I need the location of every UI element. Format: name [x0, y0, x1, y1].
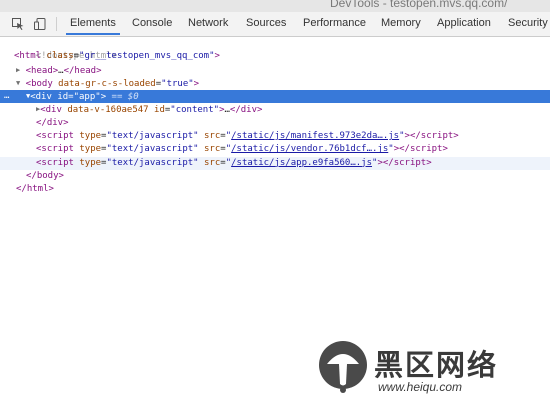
- script-src-link[interactable]: /static/js/manifest.973e2da….js: [231, 131, 399, 141]
- mushroom-logo-icon: [319, 341, 367, 393]
- window-titlebar: DevTools - testopen.mvs.qq.com/: [0, 0, 550, 12]
- dom-tree: <!doctype html> <html class="gr__testope…: [0, 37, 550, 197]
- tab-performance[interactable]: Performance: [303, 17, 366, 29]
- body-attr-name: data-gr-c-s-loaded: [58, 78, 156, 89]
- collapse-triangle-icon[interactable]: ▼: [16, 77, 20, 90]
- div-app-tag: div: [35, 92, 52, 103]
- dom-line-body-close[interactable]: </body>: [0, 170, 550, 183]
- script-type: text/javascript: [111, 144, 194, 155]
- script-type: text/javascript: [111, 157, 194, 168]
- toolbar-separator: [56, 17, 57, 31]
- more-dots-icon[interactable]: …: [4, 90, 9, 103]
- script-type: text/javascript: [111, 131, 194, 142]
- window-title: DevTools - testopen.mvs.qq.com/: [330, 0, 508, 10]
- html-attr-name: class: [46, 51, 74, 62]
- devtools-toolbar: Elements Console Network Sources Perform…: [0, 12, 550, 37]
- dom-line-html[interactable]: <html class="gr__testopen_mvs_qq_com">: [0, 50, 550, 63]
- dom-line-body[interactable]: ▼ <body data-gr-c-s-loaded="true">: [0, 77, 550, 90]
- body-tag: body: [31, 78, 53, 89]
- div-content-attr1: data-v-160ae547: [67, 105, 149, 116]
- tab-console[interactable]: Console: [132, 17, 172, 29]
- div-app-attr-value: app: [79, 92, 96, 103]
- dom-line-html-close[interactable]: </html>: [0, 183, 550, 196]
- watermark-title: 黑区网络: [374, 350, 499, 382]
- tab-elements[interactable]: Elements: [66, 17, 120, 35]
- tab-application[interactable]: Application: [437, 17, 491, 29]
- device-toolbar-icon[interactable]: [34, 18, 46, 30]
- div-close-tag: </div>: [36, 117, 69, 128]
- html-attr-value: gr__testopen_mvs_qq_com: [84, 51, 210, 62]
- tab-network[interactable]: Network: [188, 17, 228, 29]
- script-src-link[interactable]: /static/js/vendor.76b1dcf….js: [231, 144, 388, 154]
- div-content-value: content: [175, 105, 214, 116]
- div-content-close: </div>: [229, 105, 263, 116]
- html-close-tag: </html>: [16, 184, 54, 195]
- dom-line-script-vendor[interactable]: <script type="text/javascript" src="/sta…: [0, 143, 550, 156]
- body-close-tag: </body>: [26, 170, 64, 181]
- tab-memory[interactable]: Memory: [381, 17, 421, 29]
- div-content-attr2: id: [154, 105, 165, 116]
- script-src-link[interactable]: /static/js/app.e9fa560….js: [231, 158, 372, 168]
- dom-line-script-manifest[interactable]: <script type="text/javascript" src="/sta…: [0, 130, 550, 143]
- tab-sources[interactable]: Sources: [246, 17, 286, 29]
- div-content-tag: div: [45, 105, 62, 116]
- dom-line-div-content[interactable]: ▶<div data-v-160ae547 id="content">…</di…: [0, 103, 550, 116]
- expand-triangle-icon[interactable]: ▶: [16, 64, 20, 77]
- tab-security[interactable]: Security: [508, 17, 548, 29]
- dom-line-doctype[interactable]: <!doctype html>: [0, 37, 550, 61]
- dom-line-div-close[interactable]: </div>: [0, 117, 550, 130]
- inspect-element-icon[interactable]: [12, 18, 24, 30]
- dom-line-div-app[interactable]: … ▼<div id="app"> == $0: [0, 90, 550, 104]
- watermark-url: www.heiqu.com: [378, 380, 463, 394]
- site-watermark: 黑区网络 www.heiqu.com: [318, 338, 548, 402]
- html-tag: html: [19, 51, 42, 62]
- div-app-attr-name: id: [57, 92, 69, 103]
- selected-node-indicator: == $0: [111, 92, 139, 103]
- dom-line-head[interactable]: ▶ <head>…</head>: [0, 64, 550, 77]
- body-attr-value: true: [166, 78, 189, 89]
- dom-line-script-app[interactable]: <script type="text/javascript" src="/sta…: [0, 156, 550, 170]
- head-open: <head>: [25, 65, 59, 76]
- head-close: </head>: [63, 65, 102, 76]
